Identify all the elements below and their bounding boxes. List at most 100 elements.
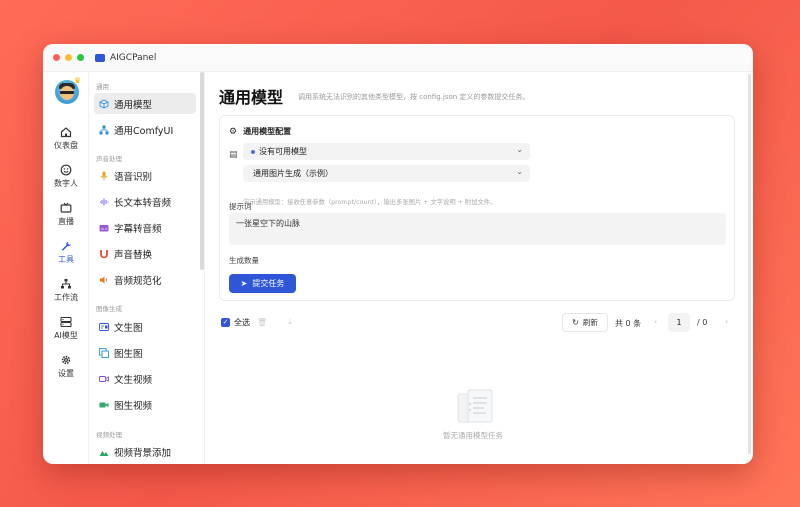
nav-tools[interactable]: 工具: [43, 236, 89, 268]
nav-label: 数字人: [54, 178, 78, 188]
prev-page-icon[interactable]: ‹: [654, 317, 657, 326]
text-image-icon: [99, 322, 109, 332]
count-label: 生成数量: [229, 256, 259, 265]
server-icon: [60, 316, 72, 327]
nav-ai-model[interactable]: AI模型: [43, 312, 89, 344]
select-all-label[interactable]: 全选: [234, 317, 250, 328]
menu-item-long-text-audio[interactable]: 长文本转音频: [94, 191, 196, 212]
menu-item-text-to-image[interactable]: 文生图: [94, 316, 196, 337]
config-heading-label: 通用模型配置: [243, 127, 292, 136]
config-heading: ⚙ 通用模型配置: [229, 126, 291, 137]
mic-icon: [99, 171, 109, 181]
empty-state-text: 暂无通用模型任务: [443, 431, 503, 440]
chevron-down-icon: ⌄: [516, 167, 523, 176]
cube-icon: [99, 98, 109, 109]
app-window: AIGCPanel ♛ 仪表盘 数字人 直播 工具 工作流 AI模型 设置 通用…: [43, 44, 753, 464]
model-hint: 演示通用模型：接收任意参数（prompt/count），输出多张图片 + 文字说…: [243, 199, 497, 206]
refresh-label: 刷新: [582, 318, 598, 327]
nav-digital-human[interactable]: 数字人: [43, 160, 89, 192]
nav-settings[interactable]: 设置: [43, 350, 89, 382]
model-icon: ▤: [229, 150, 238, 160]
app-logo-icon: [95, 53, 105, 62]
menu-item-image-to-image[interactable]: 图生图: [94, 342, 196, 363]
minimize-window-button[interactable]: [65, 54, 72, 61]
subtitle-icon: [99, 223, 109, 233]
menu-item-label: 音频规范化: [114, 275, 162, 287]
nav-label: 仪表盘: [54, 140, 78, 150]
function-select[interactable]: 通用图片生成（示例） ⌄: [243, 165, 530, 182]
tool-menu: 通用 通用模型 通用ComfyUI 声音处理 语音识别 长文本转音频 字幕转音频…: [89, 72, 205, 464]
nav-label: AI模型: [54, 330, 78, 340]
total-count: 共 0 条: [615, 319, 642, 328]
menu-item-general-comfyui[interactable]: 通用ComfyUI: [94, 119, 196, 140]
main-content: 通用模型 调用系统无法识别的其他类型模型，按 config.json 定义的参数…: [205, 72, 753, 464]
smiley-icon: [60, 164, 72, 175]
menu-group-title: 图像生成: [96, 305, 122, 313]
page-input[interactable]: 1: [668, 313, 690, 332]
menu-item-audio-normalize[interactable]: 音频规范化: [94, 269, 196, 290]
menu-item-voice-replace[interactable]: 声音替换: [94, 243, 196, 264]
title-bar: AIGCPanel: [43, 44, 753, 72]
close-window-button[interactable]: [53, 54, 60, 61]
wave-icon: [99, 197, 109, 207]
task-toolbar: ✓ 全选 🗑 ⤓ ↻ 刷新 共 0 条 ‹ 1 / 0 ›: [219, 312, 735, 334]
send-icon: ➤: [240, 279, 248, 288]
submit-task-button[interactable]: ➤ 提交任务: [229, 274, 296, 293]
menu-group-title: 通用: [96, 83, 109, 91]
menu-item-general-model[interactable]: 通用模型: [94, 93, 196, 114]
nodes-icon: [99, 125, 109, 135]
gear-icon: [61, 355, 71, 364]
refresh-button[interactable]: ↻ 刷新: [562, 313, 608, 332]
menu-item-label: 文生图: [114, 322, 143, 334]
menu-item-video-background[interactable]: 视频背景添加: [94, 441, 196, 462]
workflow-icon: [61, 278, 71, 288]
nav-workflow[interactable]: 工作流: [43, 274, 89, 306]
tv-icon: [60, 202, 72, 213]
app-title: AIGCPanel: [110, 52, 157, 63]
menu-item-text-to-video[interactable]: 文生视频: [94, 368, 196, 389]
prompt-input[interactable]: 一张星空下的山脉: [229, 213, 726, 245]
menu-item-label: 声音替换: [114, 249, 153, 261]
page-title: 通用模型: [219, 88, 284, 107]
menu-item-label: 字幕转音频: [114, 223, 162, 235]
nav-dashboard[interactable]: 仪表盘: [43, 122, 89, 154]
menu-item-label: 长文本转音频: [114, 197, 172, 209]
menu-item-subtitle-audio[interactable]: 字幕转音频: [94, 217, 196, 238]
nav-label: 工具: [58, 254, 74, 264]
nav-live[interactable]: 直播: [43, 198, 89, 230]
submit-label: 提交任务: [252, 279, 285, 288]
image-image-icon: [99, 347, 109, 358]
crown-icon: ♛: [74, 76, 82, 85]
menu-item-label: 图生视频: [114, 400, 153, 412]
menu-item-image-to-video[interactable]: 图生视频: [94, 394, 196, 415]
main-scrollbar[interactable]: [748, 74, 751, 454]
nav-label: 直播: [58, 216, 74, 226]
download-icon[interactable]: ⤓: [283, 315, 297, 329]
model-select[interactable]: 没有可用模型 ⌄: [243, 143, 530, 160]
speaker-icon: [99, 275, 109, 285]
model-select-value: 没有可用模型: [259, 147, 307, 156]
menu-group-title: 视频处理: [96, 431, 122, 439]
menu-item-speech-recognition[interactable]: 语音识别: [94, 165, 196, 186]
menu-item-label: 语音识别: [114, 171, 153, 183]
image-video-icon: [99, 400, 109, 410]
menu-item-label: 通用ComfyUI: [114, 125, 174, 137]
config-card: ⚙ 通用模型配置 ▤ 没有可用模型 ⌄ 通用图片生成（示例） ⌄ 演示通用模型：…: [219, 115, 735, 301]
select-all-checkbox[interactable]: ✓: [221, 318, 230, 327]
page-total: / 0: [697, 318, 708, 327]
next-page-icon[interactable]: ›: [725, 317, 728, 326]
wrench-icon: [61, 241, 71, 251]
primary-nav: ♛ 仪表盘 数字人 直播 工具 工作流 AI模型 设置: [43, 72, 89, 464]
delete-icon[interactable]: 🗑: [255, 315, 269, 329]
menu-item-label: 文生视频: [114, 374, 153, 386]
landscape-icon: [99, 447, 109, 457]
chevron-down-icon: ⌄: [516, 145, 523, 154]
empty-docs-icon: [457, 389, 493, 423]
menu-group-title: 声音处理: [96, 155, 122, 163]
maximize-window-button[interactable]: [77, 54, 84, 61]
menu-scrollbar[interactable]: [200, 72, 204, 270]
refresh-icon: ↻: [572, 318, 579, 327]
menu-item-label: 视频背景添加: [114, 447, 172, 459]
nav-label: 设置: [58, 368, 74, 378]
settings-icon: ⚙: [229, 126, 238, 137]
